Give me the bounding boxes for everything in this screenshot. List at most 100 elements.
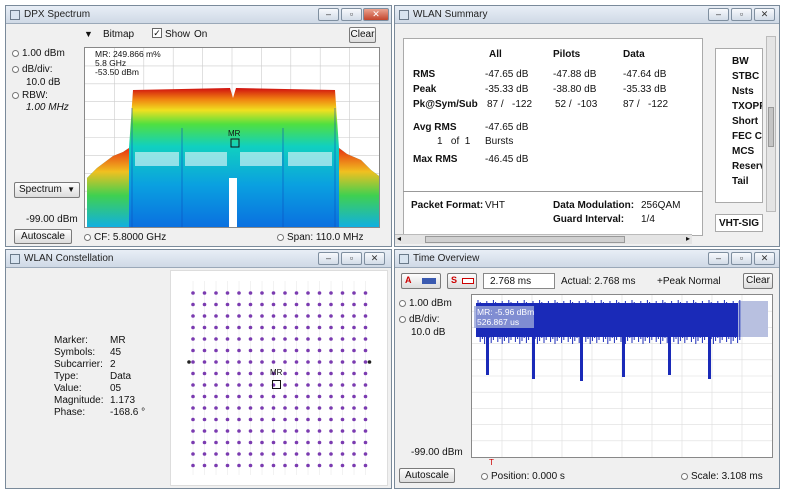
maximize-button[interactable]: ▫	[731, 8, 752, 21]
constellation-point	[306, 325, 310, 330]
constellation-point	[283, 383, 287, 387]
constellation-point	[202, 417, 207, 422]
radio-icon[interactable]	[84, 233, 91, 241]
radio-icon[interactable]	[277, 233, 284, 241]
minimize-button[interactable]: –	[318, 252, 339, 265]
constellation-points	[187, 281, 372, 475]
trace-mode[interactable]: +Peak Normal	[657, 276, 721, 287]
constellation-point	[248, 302, 253, 307]
radio-icon[interactable]	[481, 472, 488, 480]
clear-button[interactable]: Clear	[349, 27, 376, 43]
radio-icon[interactable]	[12, 91, 19, 99]
peak-pilots: -38.80 dB	[553, 84, 597, 95]
time-input[interactable]: 2.768 ms	[483, 273, 555, 289]
view-select[interactable]: Spectrum ▼	[14, 182, 80, 198]
side-item: Nsts	[732, 86, 754, 97]
title-bar[interactable]: DPX Spectrum – ▫ ✕	[6, 6, 391, 24]
db-div-value[interactable]: 10.0 dB	[26, 77, 60, 88]
span-value[interactable]: Span: 110.0 MHz	[287, 232, 364, 243]
bottom-level[interactable]: -99.00 dBm	[26, 214, 78, 225]
max-rms-value: -46.45 dB	[485, 154, 529, 165]
constellation-point	[225, 429, 230, 433]
rbw-value[interactable]: 1.00 MHz	[26, 102, 69, 113]
minimize-button[interactable]: –	[318, 8, 339, 21]
constellation-plot[interactable]: MR	[170, 270, 388, 486]
vht-sig-tab[interactable]: VHT-SIG	[715, 214, 763, 232]
title-bar[interactable]: WLAN Constellation – ▫ ✕	[6, 250, 391, 268]
constellation-point	[283, 440, 287, 445]
marker-box[interactable]	[272, 380, 281, 389]
column-header-all: All	[489, 49, 502, 60]
row-label-rms: RMS	[413, 69, 436, 80]
view-select-label: Spectrum	[19, 184, 62, 195]
marker-a-toggle[interactable]: A	[401, 273, 441, 289]
constellation-point	[237, 337, 241, 341]
constellation-point	[225, 394, 230, 399]
constellation-point	[191, 429, 195, 433]
constellation-point	[214, 325, 218, 330]
constellation-point	[352, 302, 356, 307]
title-bar[interactable]: Time Overview – ▫ ✕	[395, 250, 779, 268]
trace-dip	[622, 335, 625, 377]
side-item: STBC	[732, 71, 760, 82]
ref-level[interactable]: 1.00 dBm	[22, 48, 65, 59]
constellation-point	[260, 463, 264, 468]
dpx-plot[interactable]: MR: 249.866 m% 5.8 GHz -53.50 dBm MR	[84, 47, 380, 228]
constellation-point	[283, 360, 287, 364]
radio-icon[interactable]	[399, 315, 406, 323]
close-button[interactable]: ✕	[363, 8, 389, 21]
radio-icon[interactable]	[399, 299, 406, 307]
pk-pilots: 52 / -103	[555, 99, 598, 110]
constellation-point	[340, 371, 345, 376]
constellation-point	[237, 383, 241, 387]
close-button[interactable]: ✕	[364, 252, 385, 265]
constellation-point	[283, 452, 287, 456]
vertical-scrollbar[interactable]	[766, 36, 776, 212]
rbw-label: RBW:	[22, 90, 48, 101]
ref-level[interactable]: 1.00 dBm	[409, 298, 452, 309]
close-button[interactable]: ✕	[754, 8, 775, 21]
constellation-point	[260, 291, 264, 295]
constellation-point	[363, 348, 368, 353]
constellation-point	[294, 325, 299, 330]
position-value[interactable]: Position: 0.000 s	[491, 471, 565, 482]
horizontal-scrollbar[interactable]: ◂ ▸	[395, 234, 692, 244]
close-button[interactable]: ✕	[754, 252, 775, 265]
center-frequency[interactable]: CF: 5.8000 GHz	[94, 232, 166, 243]
autoscale-button[interactable]: Autoscale	[14, 229, 72, 244]
constellation-point	[202, 429, 207, 433]
radio-icon[interactable]	[12, 65, 19, 73]
constellation-point	[260, 360, 264, 364]
constellation-point	[214, 383, 218, 387]
db-div-value[interactable]: 10.0 dB	[411, 327, 445, 338]
autoscale-button[interactable]: Autoscale	[399, 468, 455, 483]
constellation-point	[352, 291, 356, 295]
maximize-button[interactable]: ▫	[341, 8, 362, 21]
dropdown-arrow-icon[interactable]: ▼	[84, 29, 93, 39]
constellation-point	[340, 360, 345, 364]
clear-button[interactable]: Clear	[743, 273, 773, 289]
constellation-point	[317, 406, 322, 410]
bottom-level[interactable]: -99.00 dBm	[411, 447, 463, 458]
marker-s-toggle[interactable]: S	[447, 273, 477, 289]
constellation-point	[260, 429, 264, 433]
marker-readout-3: -53.50 dBm	[95, 67, 139, 77]
radio-icon[interactable]	[12, 49, 19, 57]
radio-icon[interactable]	[681, 472, 688, 480]
time-plot[interactable]: MR: -5.96 dBm 526.867 us	[471, 294, 773, 458]
constellation-point	[283, 429, 287, 433]
maximize-button[interactable]: ▫	[341, 252, 362, 265]
constellation-point	[329, 360, 333, 364]
maximize-button[interactable]: ▫	[731, 252, 752, 265]
constellation-point	[306, 394, 310, 399]
side-item: Reserv	[732, 161, 762, 172]
minimize-button[interactable]: –	[708, 8, 729, 21]
scale-value[interactable]: Scale: 3.108 ms	[691, 471, 763, 482]
minimize-button[interactable]: –	[708, 252, 729, 265]
constellation-point	[225, 348, 230, 353]
constellation-point	[329, 302, 333, 307]
constellation-point	[294, 417, 299, 422]
constellation-point	[237, 452, 241, 456]
show-checkbox[interactable]: ✓	[152, 28, 162, 38]
title-bar[interactable]: WLAN Summary – ▫ ✕	[395, 6, 779, 24]
